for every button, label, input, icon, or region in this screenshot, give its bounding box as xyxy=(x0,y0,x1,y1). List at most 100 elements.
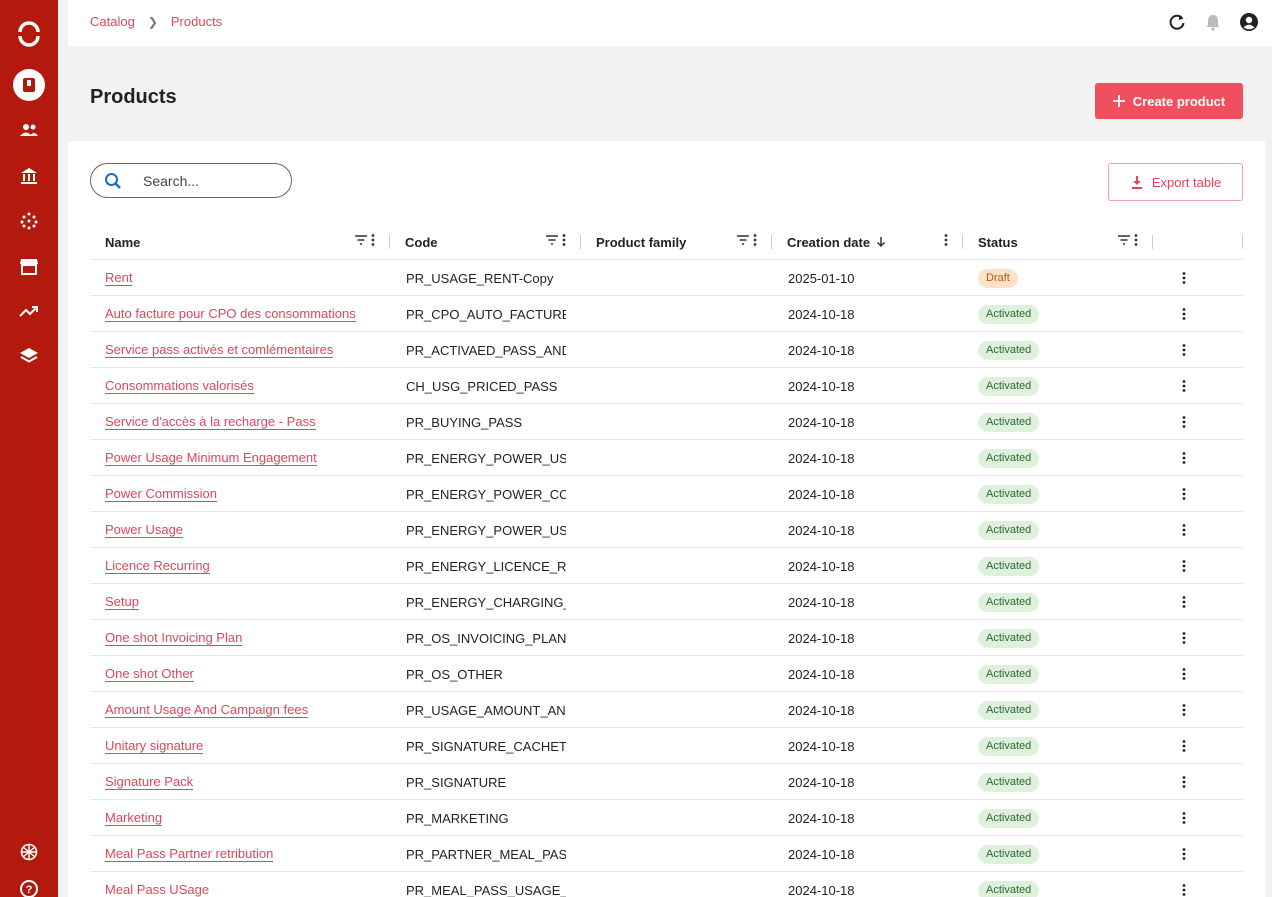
row-menu-icon[interactable] xyxy=(1174,592,1194,612)
row-menu-icon[interactable] xyxy=(1174,376,1194,396)
status-cell: Activated xyxy=(978,296,1148,332)
row-menu-icon[interactable] xyxy=(1174,340,1194,360)
logo-icon[interactable] xyxy=(0,16,58,52)
row-menu-icon[interactable] xyxy=(1174,484,1194,504)
product-code-cell: PR_CPO_AUTO_FACTURE xyxy=(406,306,566,322)
row-menu-icon[interactable] xyxy=(1174,700,1194,720)
table-row[interactable]: Signature Pack PR_SIGNATURE 2024-10-18 Acti… xyxy=(90,764,1243,800)
catalog-icon[interactable] xyxy=(0,67,58,103)
table-row[interactable]: One shot Invoicing Plan PR_OS_INVOICING_P… xyxy=(90,620,1243,656)
column-menu-icon[interactable] xyxy=(1133,233,1139,250)
product-name-link[interactable]: Auto facture pour CPO des consommations xyxy=(105,306,356,322)
search-input[interactable] xyxy=(143,172,283,189)
row-menu-icon[interactable] xyxy=(1174,556,1194,576)
table-row[interactable]: Power Commission PR_ENERGY_POWER_COMM 2024… xyxy=(90,476,1243,512)
table-row[interactable]: Rent PR_USAGE_RENT-Copy 2025-01-10 Draft xyxy=(90,260,1243,296)
table-row[interactable]: Service d'accès à la recharge - Pass PR_B… xyxy=(90,404,1243,440)
product-name-link[interactable]: Consommations valorisés xyxy=(105,378,254,394)
export-table-label: Export table xyxy=(1151,174,1222,190)
status-cell: Activated xyxy=(978,512,1148,548)
table-row[interactable]: Power Usage Minimum Engagement PR_ENERGY_… xyxy=(90,440,1243,476)
customers-icon[interactable] xyxy=(0,112,58,148)
creation-date-cell: 2024-10-18 xyxy=(788,342,855,358)
row-menu-icon[interactable] xyxy=(1174,808,1194,828)
column-menu-icon[interactable] xyxy=(752,233,758,250)
creation-date-cell: 2024-10-18 xyxy=(788,558,855,574)
table-row[interactable]: Meal Pass USage PR_MEAL_PASS_USAGE_AM 2024… xyxy=(90,872,1243,897)
product-name-link[interactable]: One shot Invoicing Plan xyxy=(105,630,243,646)
breadcrumb-products[interactable]: Products xyxy=(171,14,222,29)
row-menu-icon[interactable] xyxy=(1174,304,1194,324)
refresh-icon[interactable] xyxy=(1166,11,1188,33)
row-actions-cell xyxy=(1174,512,1204,548)
product-name-link[interactable]: Power Commission xyxy=(105,486,217,502)
product-name-link[interactable]: Unitary signature xyxy=(105,738,204,754)
product-name-link[interactable]: Marketing xyxy=(105,810,163,826)
product-name-link[interactable]: Power Usage xyxy=(105,522,184,538)
table-row[interactable]: Marketing PR_MARKETING 2024-10-18 Activated xyxy=(90,800,1243,836)
column-header-creation-date[interactable]: Creation date xyxy=(772,224,963,260)
product-family-cell xyxy=(596,512,766,548)
product-code-cell: PR_MARKETING xyxy=(406,810,509,826)
create-product-button[interactable]: Create product xyxy=(1095,83,1243,119)
table-row[interactable]: One shot Other PR_OS_OTHER 2024-10-18 Activ… xyxy=(90,656,1243,692)
column-header-status[interactable]: Status xyxy=(963,224,1153,260)
table-row[interactable]: Setup PR_ENERGY_CHARGING_SET 2024-10-18 Act… xyxy=(90,584,1243,620)
table-row[interactable]: Consommations valorisés CH_USG_PRICED_PAS… xyxy=(90,368,1243,404)
table-row[interactable]: Amount Usage And Campaign fees PR_USAGE_A… xyxy=(90,692,1243,728)
column-menu-icon[interactable] xyxy=(370,233,376,250)
product-name-link[interactable]: Setup xyxy=(105,594,139,610)
product-family-cell xyxy=(596,620,766,656)
product-name-link[interactable]: Signature Pack xyxy=(105,774,194,790)
account-icon[interactable] xyxy=(1238,11,1260,33)
breadcrumb-catalog[interactable]: Catalog xyxy=(90,14,135,29)
bell-icon[interactable] xyxy=(1202,11,1224,33)
column-header-code[interactable]: Code xyxy=(390,224,581,260)
filter-icon[interactable] xyxy=(736,234,750,249)
column-label: Status xyxy=(978,234,1018,250)
bank-icon[interactable] xyxy=(0,158,58,194)
column-header-product-family[interactable]: Product family xyxy=(581,224,772,260)
product-name-link[interactable]: Service pass activés et comlémentaires xyxy=(105,342,334,358)
table-row[interactable]: Licence Recurring PR_ENERGY_LICENCE_RECC 2… xyxy=(90,548,1243,584)
table-row[interactable]: Meal Pass Partner retribution PR_PARTNER_… xyxy=(90,836,1243,872)
row-menu-icon[interactable] xyxy=(1174,520,1194,540)
filter-icon[interactable] xyxy=(545,234,559,249)
table-row[interactable]: Auto facture pour CPO des consommations P… xyxy=(90,296,1243,332)
product-name-link[interactable]: Service d'accès à la recharge - Pass xyxy=(105,414,316,430)
page-title: Products xyxy=(90,86,177,108)
filter-icon[interactable] xyxy=(1117,234,1131,249)
table-row[interactable]: Service pass activés et comlémentaires PR… xyxy=(90,332,1243,368)
product-name-link[interactable]: Meal Pass Partner retribution xyxy=(105,846,274,862)
export-table-button[interactable]: Export table xyxy=(1108,163,1243,201)
grid-dots-icon[interactable] xyxy=(0,203,58,239)
status-badge: Activated xyxy=(978,808,1040,828)
filter-icon[interactable] xyxy=(354,234,368,249)
column-menu-icon[interactable] xyxy=(561,233,567,250)
row-menu-icon[interactable] xyxy=(1174,772,1194,792)
layers-icon[interactable] xyxy=(0,338,58,374)
row-menu-icon[interactable] xyxy=(1174,448,1194,468)
table-row[interactable]: Unitary signature PR_SIGNATURE_CACHET 2024… xyxy=(90,728,1243,764)
product-name-link[interactable]: Licence Recurring xyxy=(105,558,210,574)
table-row[interactable]: Power Usage PR_ENERGY_POWER_USAGE 2024-10-… xyxy=(90,512,1243,548)
row-menu-icon[interactable] xyxy=(1174,628,1194,648)
row-menu-icon[interactable] xyxy=(1174,664,1194,684)
product-name-link[interactable]: One shot Other xyxy=(105,666,194,682)
trending-icon[interactable] xyxy=(0,293,58,329)
row-menu-icon[interactable] xyxy=(1174,880,1194,897)
language-icon[interactable] xyxy=(0,834,58,870)
row-menu-icon[interactable] xyxy=(1174,844,1194,864)
row-menu-icon[interactable] xyxy=(1174,268,1194,288)
store-icon[interactable] xyxy=(0,248,58,284)
column-header-name[interactable]: Name xyxy=(90,224,390,260)
status-cell: Activated xyxy=(978,872,1148,897)
product-name-link[interactable]: Rent xyxy=(105,270,133,286)
product-name-link[interactable]: Meal Pass USage xyxy=(105,882,209,897)
row-menu-icon[interactable] xyxy=(1174,412,1194,432)
product-name-link[interactable]: Power Usage Minimum Engagement xyxy=(105,450,317,466)
column-menu-icon[interactable] xyxy=(943,233,949,250)
product-name-link[interactable]: Amount Usage And Campaign fees xyxy=(105,702,309,718)
help-icon[interactable]: ? xyxy=(0,871,58,897)
row-menu-icon[interactable] xyxy=(1174,736,1194,756)
